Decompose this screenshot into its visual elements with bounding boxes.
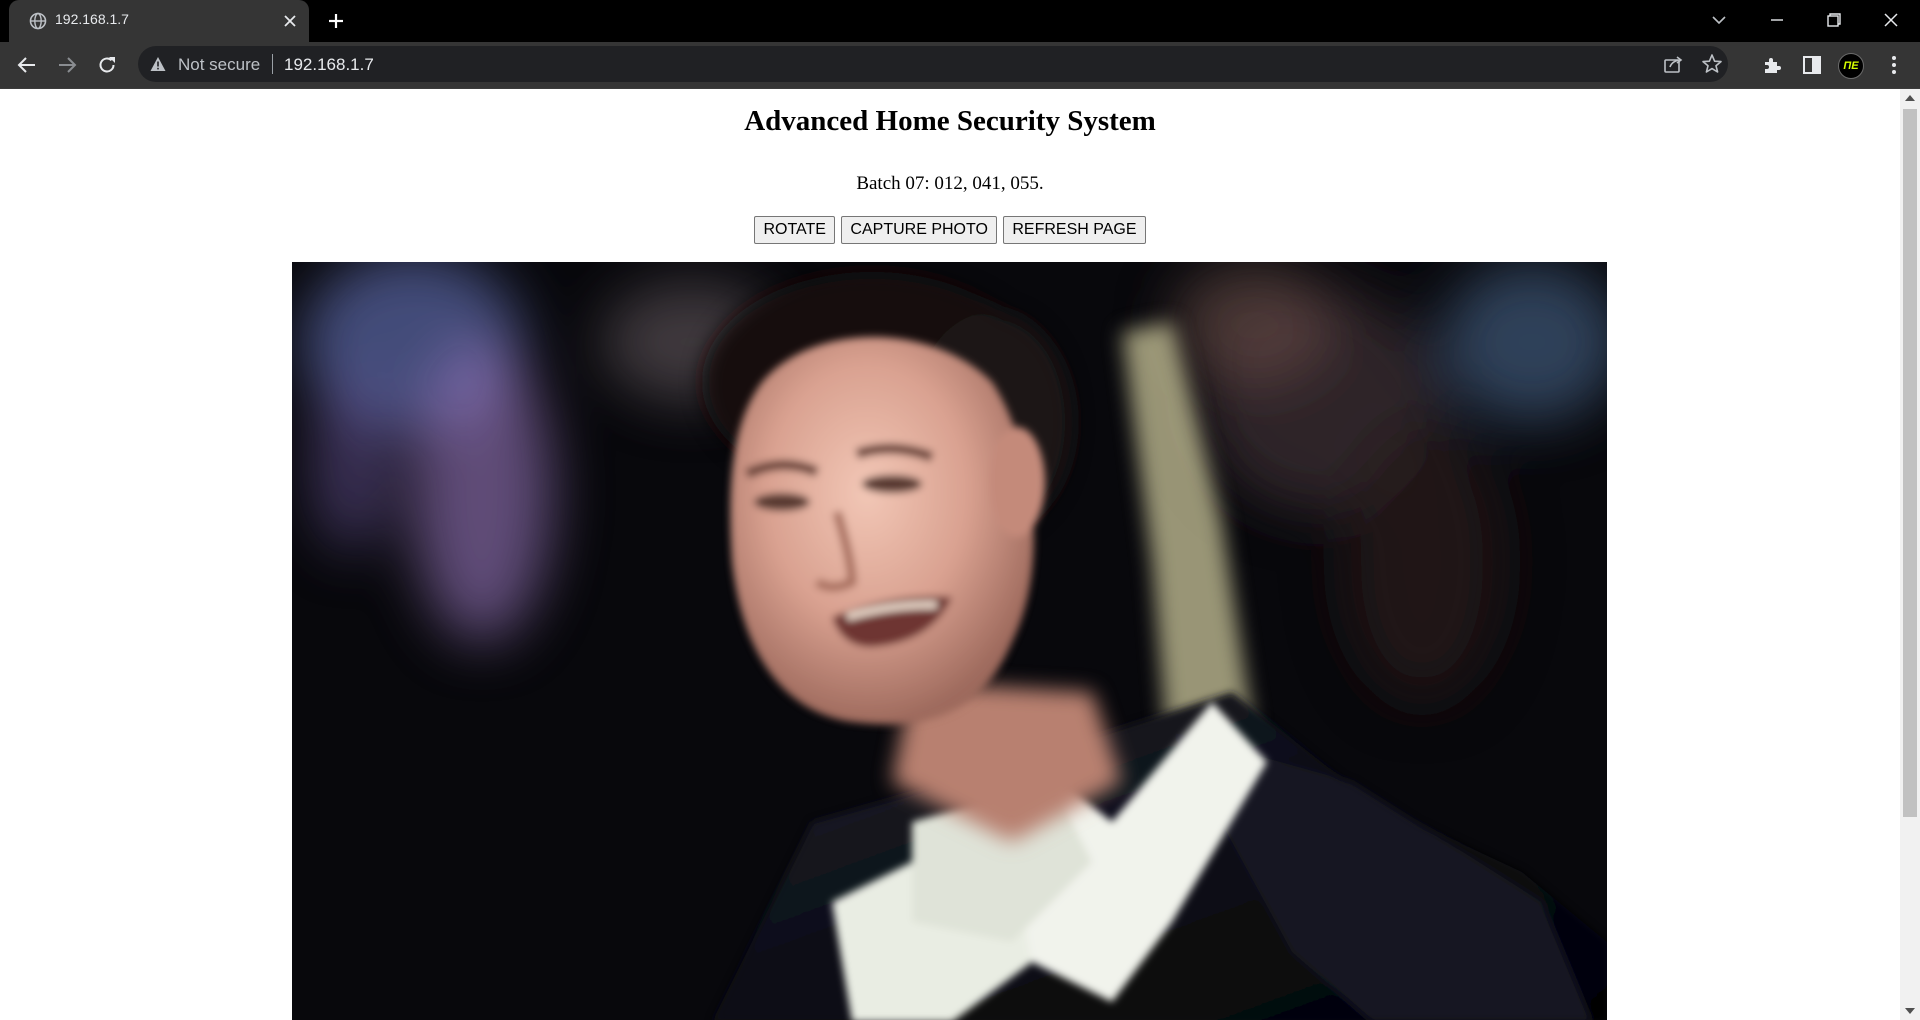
scroll-up-arrow-icon[interactable] [1904, 93, 1916, 103]
camera-feed-photo [292, 262, 1607, 1020]
reload-icon[interactable] [96, 54, 118, 76]
minimize-icon[interactable] [1766, 9, 1788, 31]
side-panel-icon[interactable] [1801, 54, 1823, 76]
browser-tab[interactable]: 192.168.1.7 [9, 0, 309, 42]
close-tab-icon[interactable] [281, 12, 299, 30]
omnibox-divider [272, 54, 273, 74]
back-icon[interactable] [16, 54, 38, 76]
menu-kebab-icon[interactable] [1883, 54, 1905, 76]
capture-photo-button[interactable]: CAPTURE PHOTO [841, 216, 997, 244]
control-buttons: ROTATE CAPTURE PHOTO REFRESH PAGE [0, 216, 1900, 244]
close-window-icon[interactable] [1880, 9, 1902, 31]
camera-feed-image [292, 262, 1607, 1020]
restore-icon[interactable] [1823, 9, 1845, 31]
page-viewport: Advanced Home Security System Batch 07: … [0, 89, 1900, 1020]
tab-strip: 192.168.1.7 [0, 0, 1920, 42]
bookmark-star-icon[interactable] [1701, 53, 1723, 75]
new-tab-icon[interactable] [326, 11, 346, 31]
warning-icon[interactable] [150, 56, 166, 72]
tab-search-icon[interactable] [1708, 9, 1730, 31]
share-icon[interactable] [1662, 53, 1684, 75]
browser-toolbar: Not secure 192.168.1.7 ΠE [0, 42, 1920, 89]
rotate-button[interactable]: ROTATE [754, 216, 835, 244]
address-bar[interactable]: Not secure 192.168.1.7 [138, 46, 1728, 82]
url-text[interactable]: 192.168.1.7 [284, 55, 374, 75]
security-label[interactable]: Not secure [178, 55, 260, 75]
scroll-down-arrow-icon[interactable] [1904, 1006, 1916, 1016]
refresh-page-button[interactable]: REFRESH PAGE [1003, 216, 1146, 244]
batch-info-text: Batch 07: 012, 041, 055. [856, 173, 1044, 194]
page-scrollbar[interactable] [1900, 89, 1920, 1020]
extensions-icon[interactable] [1761, 54, 1783, 76]
tab-title: 192.168.1.7 [55, 11, 129, 27]
scrollbar-thumb[interactable] [1903, 109, 1917, 817]
forward-icon[interactable] [56, 54, 78, 76]
page-title: Advanced Home Security System [744, 105, 1156, 137]
globe-icon [29, 12, 47, 30]
profile-avatar[interactable]: ΠE [1838, 53, 1864, 79]
